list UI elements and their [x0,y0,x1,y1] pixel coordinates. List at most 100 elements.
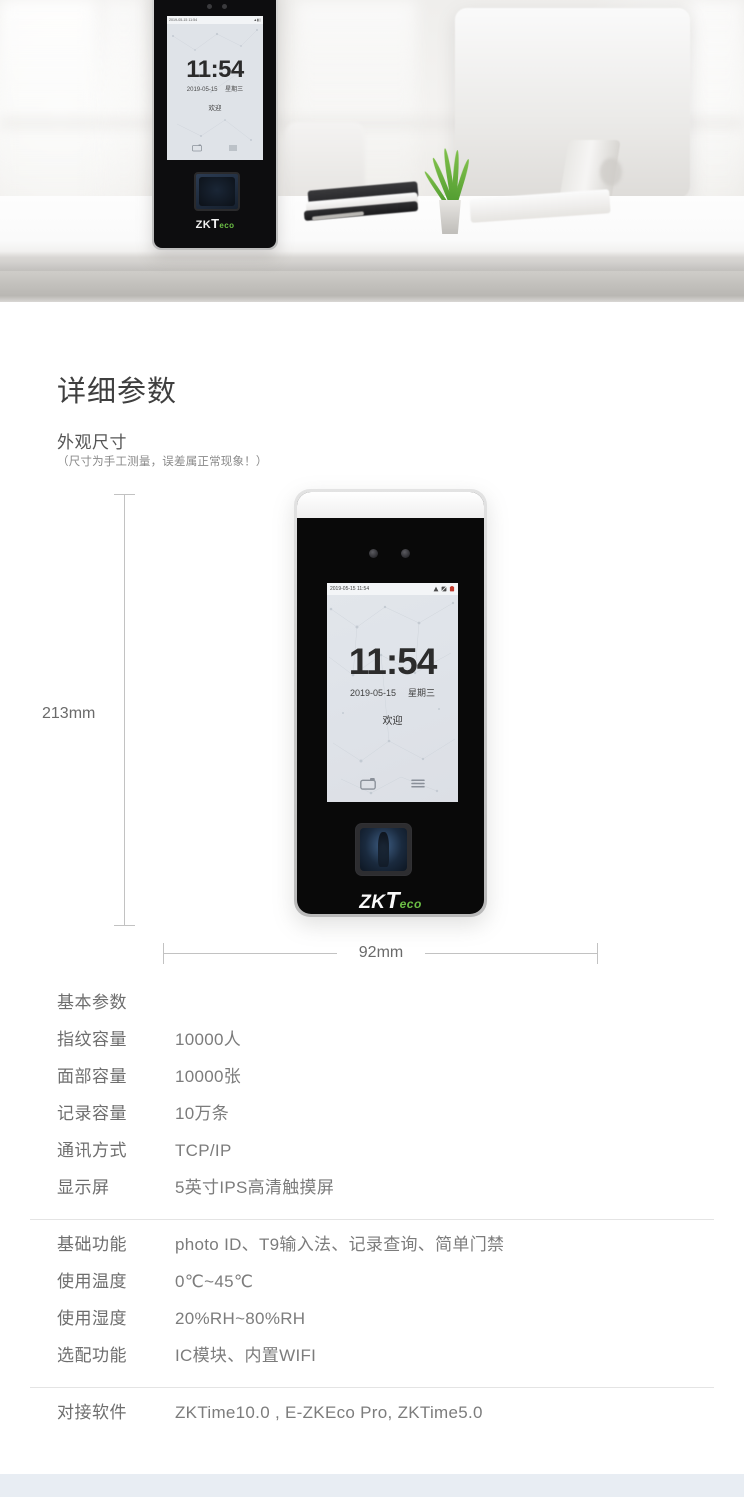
brand-t: T [385,887,400,913]
device-brand-logo: ZKTeco [297,887,484,914]
spec-group-basic: 基本参数 指纹容量 10000人 面部容量 10000张 记录容量 10万条 通… [0,988,744,1210]
spec-value: 5英寸IPS高清触摸屏 [175,1178,335,1197]
camera-icon [192,144,202,152]
table-row: 通讯方式 TCP/IP [0,1136,744,1173]
spec-key: 通讯方式 [57,1141,127,1160]
spec-key: 面部容量 [57,1067,127,1086]
spec-value: 10000张 [175,1067,242,1086]
hero-screen-date: 2019-05-15 星期三 [167,84,263,93]
fingerprint-sensor-surface [360,828,407,871]
spec-group-title: 基本参数 [57,993,127,1012]
height-cap-top [114,494,135,495]
window-blur-1 [0,0,96,210]
hero-fingerprint-surface [199,177,235,206]
screen-clock: 11:54 [348,641,438,682]
fingerprint-sensor [356,824,411,875]
table-row: 选配功能 IC模块、内置WIFI [0,1341,744,1378]
screen-welcome-text: 欢迎 [382,716,403,727]
subsection-title: 外观尺寸 [57,433,127,452]
page-title: 详细参数 [57,376,178,408]
screen-bottom-nav [327,777,458,790]
device-top-strip [297,492,484,518]
camera-icon[interactable] [359,777,376,790]
table-row: 使用温度 0℃~45℃ [0,1267,744,1304]
table-row: 显示屏 5英寸IPS高清触摸屏 [0,1173,744,1210]
hero-device-body: 2019-05-15 11:54 ▲▮▯ 11:54 2019-05-15 星期… [154,0,276,248]
hero-fingerprint-sensor [194,172,240,211]
group-divider [30,1219,714,1220]
spec-value: IC模块、内置WIFI [175,1346,317,1365]
spec-value: 10万条 [175,1104,230,1123]
device-body: 2019-05-15 11:54 11:54 2019-05-15 星期三 欢迎… [297,492,484,914]
bottom-band [0,1474,744,1497]
hero-brand-eco: eco [219,221,235,230]
network-icon [441,586,447,592]
hero-screen-date-value: 2019-05-15 [186,87,218,93]
signal-icon [433,586,439,592]
hero-status-time: 2019-05-15 11:54 [169,18,198,22]
spec-value: 20%RH~80%RH [175,1309,306,1328]
spec-group-functions: 基础功能 photo ID、T9输入法、记录查询、简单门禁 使用温度 0℃~45… [0,1230,744,1378]
battery-icon [449,586,455,592]
menu-icon[interactable] [410,777,426,790]
imac-stand-highlight [600,158,622,186]
spec-key: 指纹容量 [57,1030,127,1049]
group-divider [30,1387,714,1388]
spec-key: 基础功能 [57,1235,127,1254]
height-cap-bottom [114,925,135,926]
hero-status-icons: ▲▮▯ [253,18,261,22]
window-blur-4 [690,0,744,210]
spec-key: 使用温度 [57,1272,127,1291]
table-row: 记录容量 10万条 [0,1099,744,1136]
width-dimension-label: 92mm [358,944,404,961]
measurement-note: （尺寸为手工测量，误差属正常现象！） [57,456,268,468]
hero-brand-zk: ZK [195,219,212,231]
menu-icon [229,145,237,151]
window-blur-2 [104,0,144,210]
spec-key: 选配功能 [57,1346,127,1365]
hero-screen-nav [167,144,263,152]
hero-brand-logo: ZKTeco [154,216,276,231]
hero-device: 2019-05-15 11:54 ▲▮▯ 11:54 2019-05-15 星期… [152,0,278,250]
width-cap-right [597,943,598,964]
device-screen: 2019-05-15 11:54 11:54 2019-05-15 星期三 欢迎 [327,583,458,802]
spec-group-software: 对接软件 ZKTime10.0 , E-ZKEco Pro, ZKTime5.0 [0,1398,744,1435]
hero-screen-status-bar: 2019-05-15 11:54 ▲▮▯ [167,16,263,24]
screen-date-row: 2019-05-15 星期三 [327,686,458,699]
status-bar-icons [433,586,455,592]
spec-value: TCP/IP [175,1141,232,1160]
specifications-table: 基本参数 指纹容量 10000人 面部容量 10000张 记录容量 10万条 通… [0,988,744,1435]
spec-value: 10000人 [175,1030,242,1049]
width-dimension-line-left [163,953,337,954]
hero-product-photo: 2019-05-15 11:54 ▲▮▯ 11:54 2019-05-15 星期… [0,0,744,302]
table-row: 指纹容量 10000人 [0,1025,744,1062]
table-row: 对接软件 ZKTime10.0 , E-ZKEco Pro, ZKTime5.0 [0,1398,744,1435]
table-row: 基础功能 photo ID、T9输入法、记录查询、简单门禁 [0,1230,744,1267]
spec-key: 对接软件 [57,1403,127,1422]
table-row: 面部容量 10000张 [0,1062,744,1099]
height-dimension-label: 213mm [42,705,96,722]
screen-status-bar: 2019-05-15 11:54 [327,583,458,595]
spec-key: 使用湿度 [57,1309,127,1328]
brand-eco: eco [399,897,422,911]
hero-screen-weekday: 星期三 [225,87,244,93]
spec-key: 记录容量 [57,1104,127,1123]
camera-lens-left-icon [369,549,378,558]
spec-key: 显示屏 [57,1178,110,1197]
width-dimension-line-right [425,953,598,954]
hero-camera-right-icon [222,4,227,9]
spec-value: 0℃~45℃ [175,1272,254,1291]
spec-value: ZKTime10.0 , E-ZKEco Pro, ZKTime5.0 [175,1403,483,1422]
spec-value: photo ID、T9输入法、记录查询、简单门禁 [175,1235,505,1254]
spec-group-header: 基本参数 [0,988,744,1025]
fingerprint-shape-icon [377,832,390,867]
hero-screen-welcome: 欢迎 [208,105,222,112]
product-detail-page: 2019-05-15 11:54 ▲▮▯ 11:54 2019-05-15 星期… [0,0,744,1497]
hero-device-screen: 2019-05-15 11:54 ▲▮▯ 11:54 2019-05-15 星期… [167,16,263,160]
hero-screen-clock: 11:54 [186,56,244,83]
status-bar-time: 2019-05-15 11:54 [330,586,370,592]
desk-edge [0,271,744,302]
width-cap-left [163,943,164,964]
screen-weekday: 星期三 [408,688,436,698]
camera-lens-right-icon [401,549,410,558]
